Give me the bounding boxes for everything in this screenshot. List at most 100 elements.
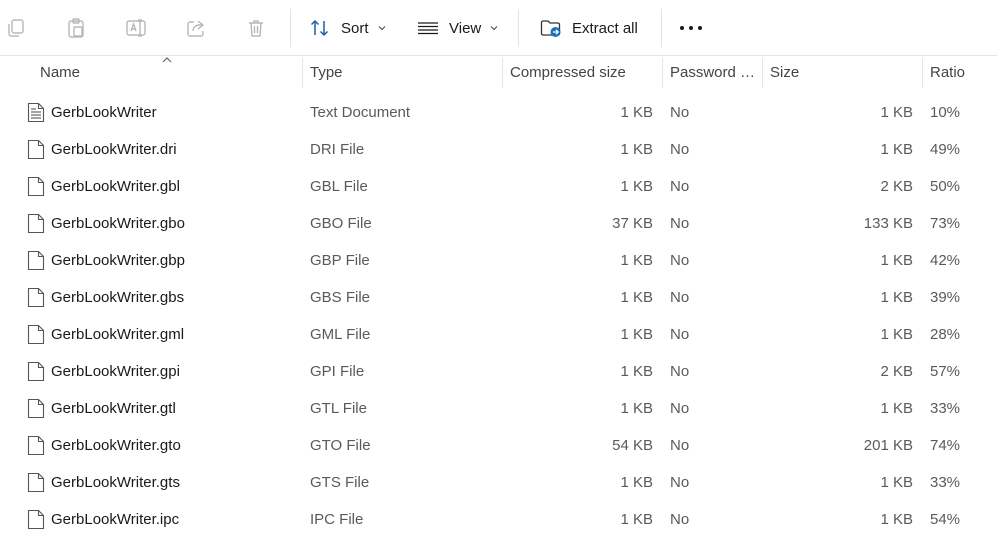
file-name: GerbLookWriter.gbp [51, 252, 185, 269]
column-divider[interactable] [502, 58, 503, 88]
copy-icon[interactable] [5, 17, 27, 39]
command-bar: Sort View Extract all [0, 0, 997, 56]
column-divider[interactable] [922, 58, 923, 88]
file-compressed-size: 1 KB [620, 178, 653, 195]
file-type: IPC File [310, 511, 364, 528]
file-icon [27, 435, 45, 456]
table-row[interactable]: GerbLookWriter.gts GTS File 1 KB No 1 KB… [0, 464, 997, 501]
file-name: GerbLookWriter.gbs [51, 289, 185, 306]
file-type: GTO File [310, 437, 371, 454]
file-icon [27, 287, 45, 308]
column-header-compressed-size[interactable]: Compressed size [510, 56, 658, 90]
file-password-protected: No [670, 511, 690, 528]
column-header-password[interactable]: Password p... [670, 56, 758, 90]
file-name: GerbLookWriter.gto [51, 437, 181, 454]
column-header-row: Name Type Compressed size Password p... … [0, 56, 997, 90]
file-icon [27, 139, 45, 160]
file-size: 133 KB [863, 215, 913, 232]
more-options-button[interactable] [676, 18, 706, 38]
file-size: 1 KB [880, 474, 913, 491]
file-icon [27, 361, 45, 382]
file-list: GerbLookWriter Text Document 1 KB No 1 K… [0, 94, 997, 538]
paste-icon[interactable] [65, 17, 87, 39]
file-password-protected: No [670, 141, 690, 158]
file-icon [27, 472, 45, 493]
table-row[interactable]: GerbLookWriter.gbo GBO File 37 KB No 133… [0, 205, 997, 242]
sort-label: Sort [341, 19, 369, 37]
table-row[interactable]: GerbLookWriter.gml GML File 1 KB No 1 KB… [0, 316, 997, 353]
table-row[interactable]: GerbLookWriter.gbl GBL File 1 KB No 2 KB… [0, 168, 997, 205]
column-divider[interactable] [662, 58, 663, 88]
file-type: GBL File [310, 178, 368, 195]
column-divider[interactable] [762, 58, 763, 88]
file-icon [27, 213, 45, 234]
column-header-type[interactable]: Type [310, 56, 495, 90]
sort-button[interactable]: Sort [309, 12, 387, 44]
view-icon [418, 22, 438, 35]
file-name: GerbLookWriter.gbl [51, 178, 180, 195]
file-password-protected: No [670, 400, 690, 417]
file-ratio: 28% [930, 326, 961, 343]
sort-icon [310, 19, 329, 37]
file-type: GTS File [310, 474, 370, 491]
file-type: GBO File [310, 215, 372, 232]
file-password-protected: No [670, 215, 690, 232]
file-icon [27, 324, 45, 345]
file-ratio: 54% [930, 511, 961, 528]
file-name: GerbLookWriter.gts [51, 474, 180, 491]
file-compressed-size: 1 KB [620, 289, 653, 306]
file-compressed-size: 1 KB [620, 474, 653, 491]
file-type: DRI File [310, 141, 365, 158]
file-compressed-size: 1 KB [620, 252, 653, 269]
table-row[interactable]: GerbLookWriter.dri DRI File 1 KB No 1 KB… [0, 131, 997, 168]
view-button[interactable]: View [417, 12, 499, 44]
file-name: GerbLookWriter.ipc [51, 511, 180, 528]
file-password-protected: No [670, 252, 690, 269]
chevron-down-icon [378, 26, 385, 31]
file-ratio: 42% [930, 252, 961, 269]
share-icon[interactable] [185, 17, 207, 39]
file-name: GerbLookWriter.gpi [51, 363, 180, 380]
column-divider[interactable] [302, 58, 303, 88]
extract-all-button[interactable]: Extract all [540, 12, 638, 44]
file-size: 1 KB [880, 252, 913, 269]
file-type: GML File [310, 326, 371, 343]
extract-all-label: Extract all [572, 19, 638, 37]
file-ratio: 50% [930, 178, 961, 195]
file-ratio: 57% [930, 363, 961, 380]
file-password-protected: No [670, 326, 690, 343]
view-label: View [449, 19, 482, 37]
column-header-size[interactable]: Size [770, 56, 915, 90]
table-row[interactable]: GerbLookWriter.gbp GBP File 1 KB No 1 KB… [0, 242, 997, 279]
file-password-protected: No [670, 474, 690, 491]
table-row[interactable]: GerbLookWriter Text Document 1 KB No 1 K… [0, 94, 997, 131]
table-row[interactable]: GerbLookWriter.gpi GPI File 1 KB No 2 KB… [0, 353, 997, 390]
file-compressed-size: 1 KB [620, 363, 653, 380]
file-name: GerbLookWriter.dri [51, 141, 177, 158]
file-size: 1 KB [880, 326, 913, 343]
toolbar-separator [661, 9, 662, 47]
file-size: 1 KB [880, 511, 913, 528]
table-row[interactable]: GerbLookWriter.gbs GBS File 1 KB No 1 KB… [0, 279, 997, 316]
rename-icon[interactable] [125, 17, 147, 39]
file-name: GerbLookWriter.gml [51, 326, 185, 343]
table-row[interactable]: GerbLookWriter.gto GTO File 54 KB No 201… [0, 427, 997, 464]
delete-icon[interactable] [245, 17, 267, 39]
toolbar-separator [290, 9, 291, 47]
column-header-name[interactable]: Name [40, 56, 295, 90]
file-size: 2 KB [880, 363, 913, 380]
file-password-protected: No [670, 289, 690, 306]
column-header-ratio[interactable]: Ratio [930, 56, 990, 90]
file-compressed-size: 1 KB [620, 511, 653, 528]
file-name: GerbLookWriter [51, 104, 157, 121]
file-name: GerbLookWriter.gtl [51, 400, 176, 417]
file-ratio: 33% [930, 474, 961, 491]
table-row[interactable]: GerbLookWriter.gtl GTL File 1 KB No 1 KB… [0, 390, 997, 427]
file-size: 201 KB [863, 437, 913, 454]
file-size: 1 KB [880, 141, 913, 158]
table-row[interactable]: GerbLookWriter.ipc IPC File 1 KB No 1 KB… [0, 501, 997, 538]
chevron-down-icon [490, 26, 498, 31]
file-size: 1 KB [880, 104, 913, 121]
file-password-protected: No [670, 104, 690, 121]
file-size: 2 KB [880, 178, 913, 195]
